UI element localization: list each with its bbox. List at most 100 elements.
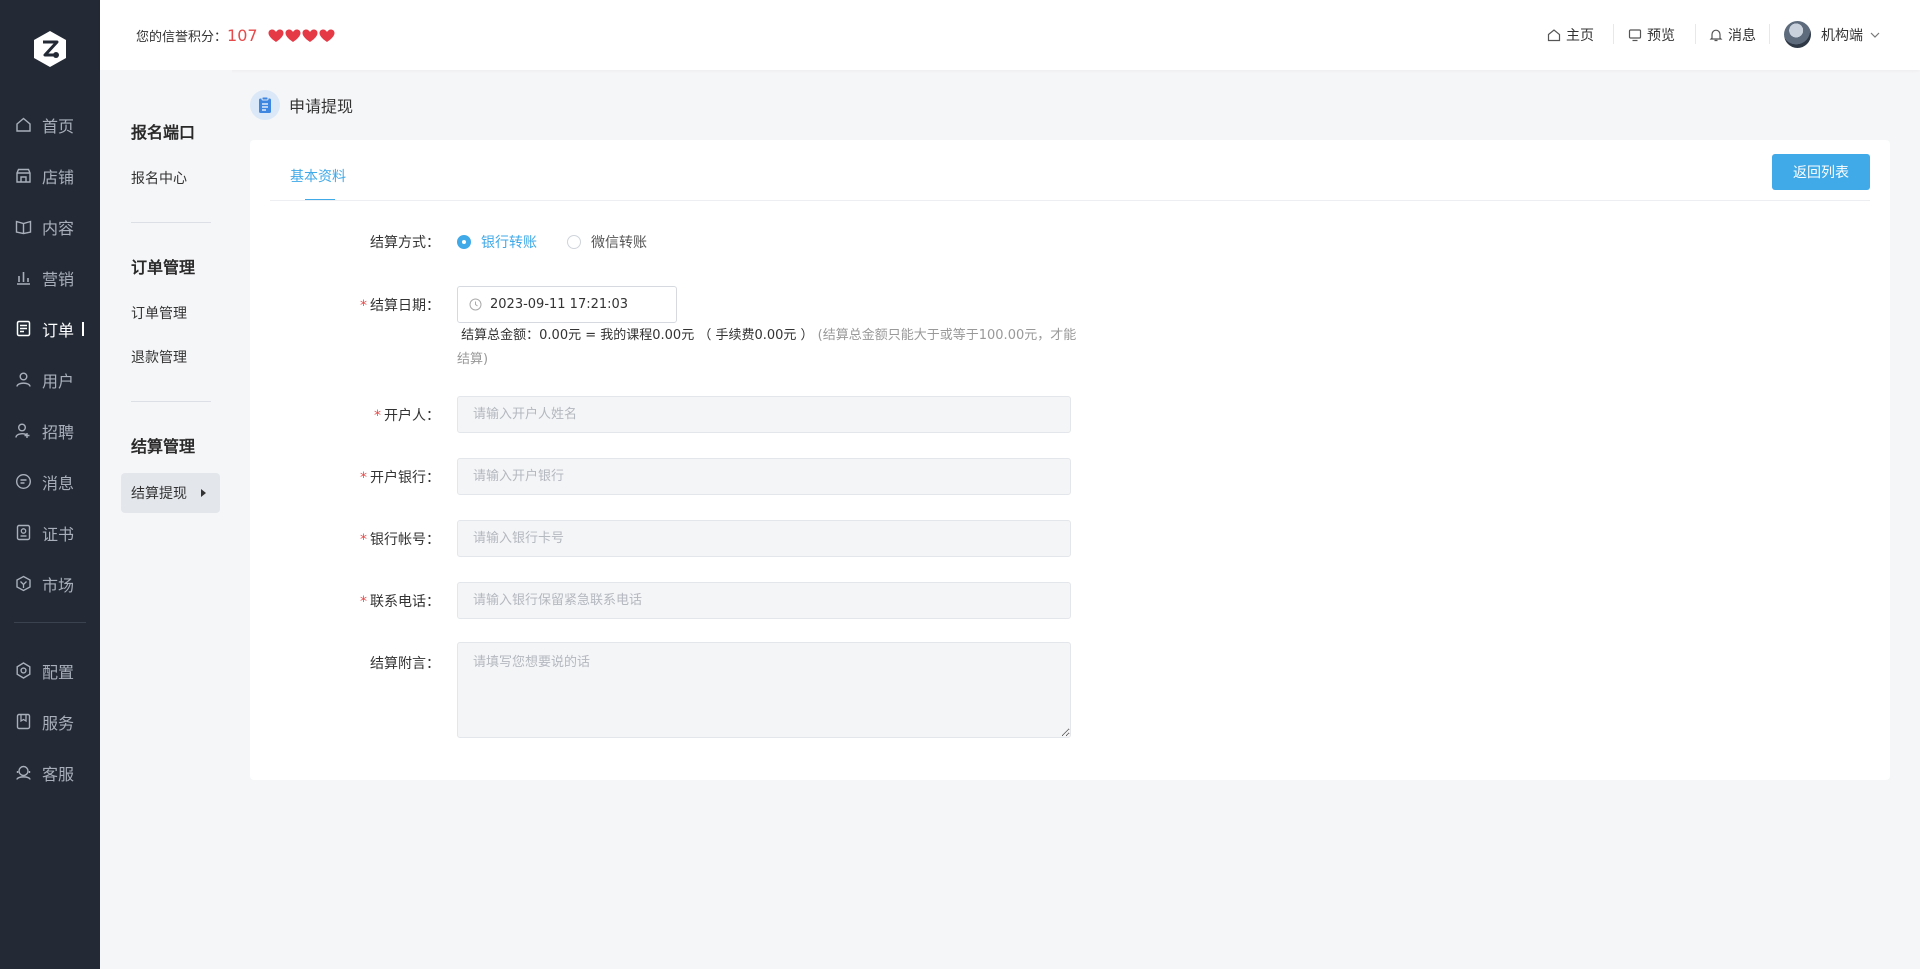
date-picker[interactable]: 2023-09-11 17:21:03	[457, 286, 677, 323]
bank-label-text: 开户银行：	[370, 470, 440, 486]
sidebar-item-market[interactable]: 市场	[0, 558, 100, 609]
phone-label-text: 联系电话：	[370, 594, 440, 610]
market-icon	[15, 575, 32, 592]
subnav-divider	[131, 401, 211, 402]
back-to-list-button[interactable]: 返回列表	[1772, 154, 1870, 190]
account-label: * 银行帐号：	[250, 529, 440, 549]
sidebar-item-label: 服务	[42, 713, 75, 733]
header-divider	[1695, 24, 1696, 44]
book-icon	[15, 218, 32, 235]
subnav-item-signup-center[interactable]: 报名中心	[131, 168, 187, 188]
heart-icon	[302, 29, 318, 42]
holder-label: * 开户人：	[250, 405, 440, 425]
user-icon	[15, 371, 32, 388]
store-icon	[15, 167, 32, 184]
radio-bank-transfer[interactable]: 银行转账	[457, 232, 537, 252]
radio-wechat-transfer[interactable]: 微信转账	[567, 232, 647, 252]
phone-label: * 联系电话：	[250, 591, 440, 611]
preview-link-label: 预览	[1647, 28, 1675, 44]
messages-link[interactable]: 消息	[1709, 25, 1756, 45]
sidebar-item-label: 证书	[42, 524, 75, 544]
method-label-text: 结算方式：	[370, 235, 440, 251]
sidebar-item-label: 首页	[42, 116, 75, 136]
home-icon	[1547, 29, 1561, 42]
support-icon	[15, 764, 32, 781]
account-input[interactable]	[457, 520, 1071, 557]
sidebar-item-users[interactable]: 用户	[0, 354, 100, 405]
sidebar-item-store[interactable]: 店铺	[0, 150, 100, 201]
header-divider	[1613, 24, 1614, 44]
bank-label: * 开户银行：	[250, 467, 440, 487]
subnav-item-withdrawal[interactable]: 结算提现	[121, 473, 220, 513]
radio-label: 微信转账	[591, 235, 647, 251]
top-header: 您的信誉积分： 107 主页 预览 消息 机构端	[100, 0, 1920, 70]
sidebar-item-service[interactable]: 服务	[0, 696, 100, 747]
note-label-text: 结算附言：	[370, 656, 440, 672]
home-link[interactable]: 主页	[1547, 25, 1594, 45]
subnav-group-title: 报名端口	[131, 123, 196, 142]
subnav-item-refund-management[interactable]: 退款管理	[131, 347, 187, 367]
certificate-icon	[15, 524, 32, 541]
bank-input[interactable]	[457, 458, 1071, 495]
sub-sidebar: 报名端口 报名中心 订单管理 订单管理 退款管理 结算管理 结算提现	[100, 70, 232, 969]
sidebar-item-content[interactable]: 内容	[0, 201, 100, 252]
header-divider	[1769, 24, 1770, 44]
gear-icon	[15, 662, 32, 679]
phone-input[interactable]	[457, 582, 1071, 619]
settlement-summary: 结算总金额：0.00元 = 我的课程0.00元 （ 手续费0.00元 ） (结算…	[457, 324, 1077, 372]
note-textarea[interactable]	[457, 642, 1071, 738]
recruit-icon	[15, 422, 32, 439]
subnav-item-label: 结算提现	[131, 486, 187, 502]
form-card: 基本资料 返回列表 结算方式： 银行转账 微信转账 * 结算日期： 2023-09…	[250, 140, 1890, 780]
radio-checked-icon	[457, 235, 471, 249]
sidebar-item-recruit[interactable]: 招聘	[0, 405, 100, 456]
sidebar-item-label: 店铺	[42, 167, 75, 187]
tab-divider	[270, 200, 1870, 201]
holder-input[interactable]	[457, 396, 1071, 433]
required-mark: *	[360, 532, 367, 548]
sidebar-item-label: 招聘	[42, 422, 75, 442]
messages-link-label: 消息	[1728, 28, 1756, 44]
home-link-label: 主页	[1566, 28, 1594, 44]
user-menu[interactable]: 机构端	[1821, 25, 1881, 45]
sidebar-item-orders[interactable]: 订单	[0, 303, 100, 354]
sidebar-item-messages[interactable]: 消息	[0, 456, 100, 507]
app-logo[interactable]	[32, 30, 68, 68]
preview-link[interactable]: 预览	[1628, 25, 1675, 45]
sidebar-item-settings[interactable]: 配置	[0, 645, 100, 696]
clipboard-icon	[250, 90, 280, 120]
subnav-item-order-management[interactable]: 订单管理	[131, 303, 187, 323]
sidebar-item-support[interactable]: 客服	[0, 747, 100, 798]
heart-icon	[268, 29, 284, 42]
order-icon	[15, 320, 32, 337]
sidebar-item-home[interactable]: 首页	[0, 99, 100, 150]
service-icon	[15, 713, 32, 730]
sidebar-item-label: 内容	[42, 218, 75, 238]
page-title-text: 申请提现	[289, 97, 354, 116]
sidebar-item-certificate[interactable]: 证书	[0, 507, 100, 558]
date-label: * 结算日期：	[250, 295, 440, 315]
date-value: 2023-09-11 17:21:03	[490, 297, 629, 312]
method-label: 结算方式：	[250, 232, 440, 252]
required-mark: *	[360, 594, 367, 610]
tab-basic-info[interactable]: 基本资料	[290, 166, 346, 186]
home-icon	[15, 116, 32, 133]
credit-label: 您的信誉积分：	[136, 30, 228, 45]
required-mark: *	[360, 470, 367, 486]
credit-hearts	[268, 29, 335, 43]
clock-icon	[469, 298, 482, 311]
sidebar-bottom-nav: 配置 服务 客服	[0, 645, 100, 798]
chevron-down-icon	[1870, 32, 1880, 38]
sidebar-item-label: 客服	[42, 764, 75, 784]
credit-value: 107	[227, 26, 258, 45]
active-indicator	[82, 321, 85, 336]
required-mark: *	[374, 408, 381, 424]
required-mark: *	[360, 298, 367, 314]
bell-icon	[1709, 29, 1723, 42]
credit-score: 您的信誉积分： 107	[136, 26, 335, 45]
page-title: 申请提现	[250, 90, 353, 120]
avatar[interactable]	[1784, 21, 1811, 48]
sidebar-item-marketing[interactable]: 营销	[0, 252, 100, 303]
message-icon	[15, 473, 32, 490]
holder-label-text: 开户人：	[384, 408, 440, 424]
